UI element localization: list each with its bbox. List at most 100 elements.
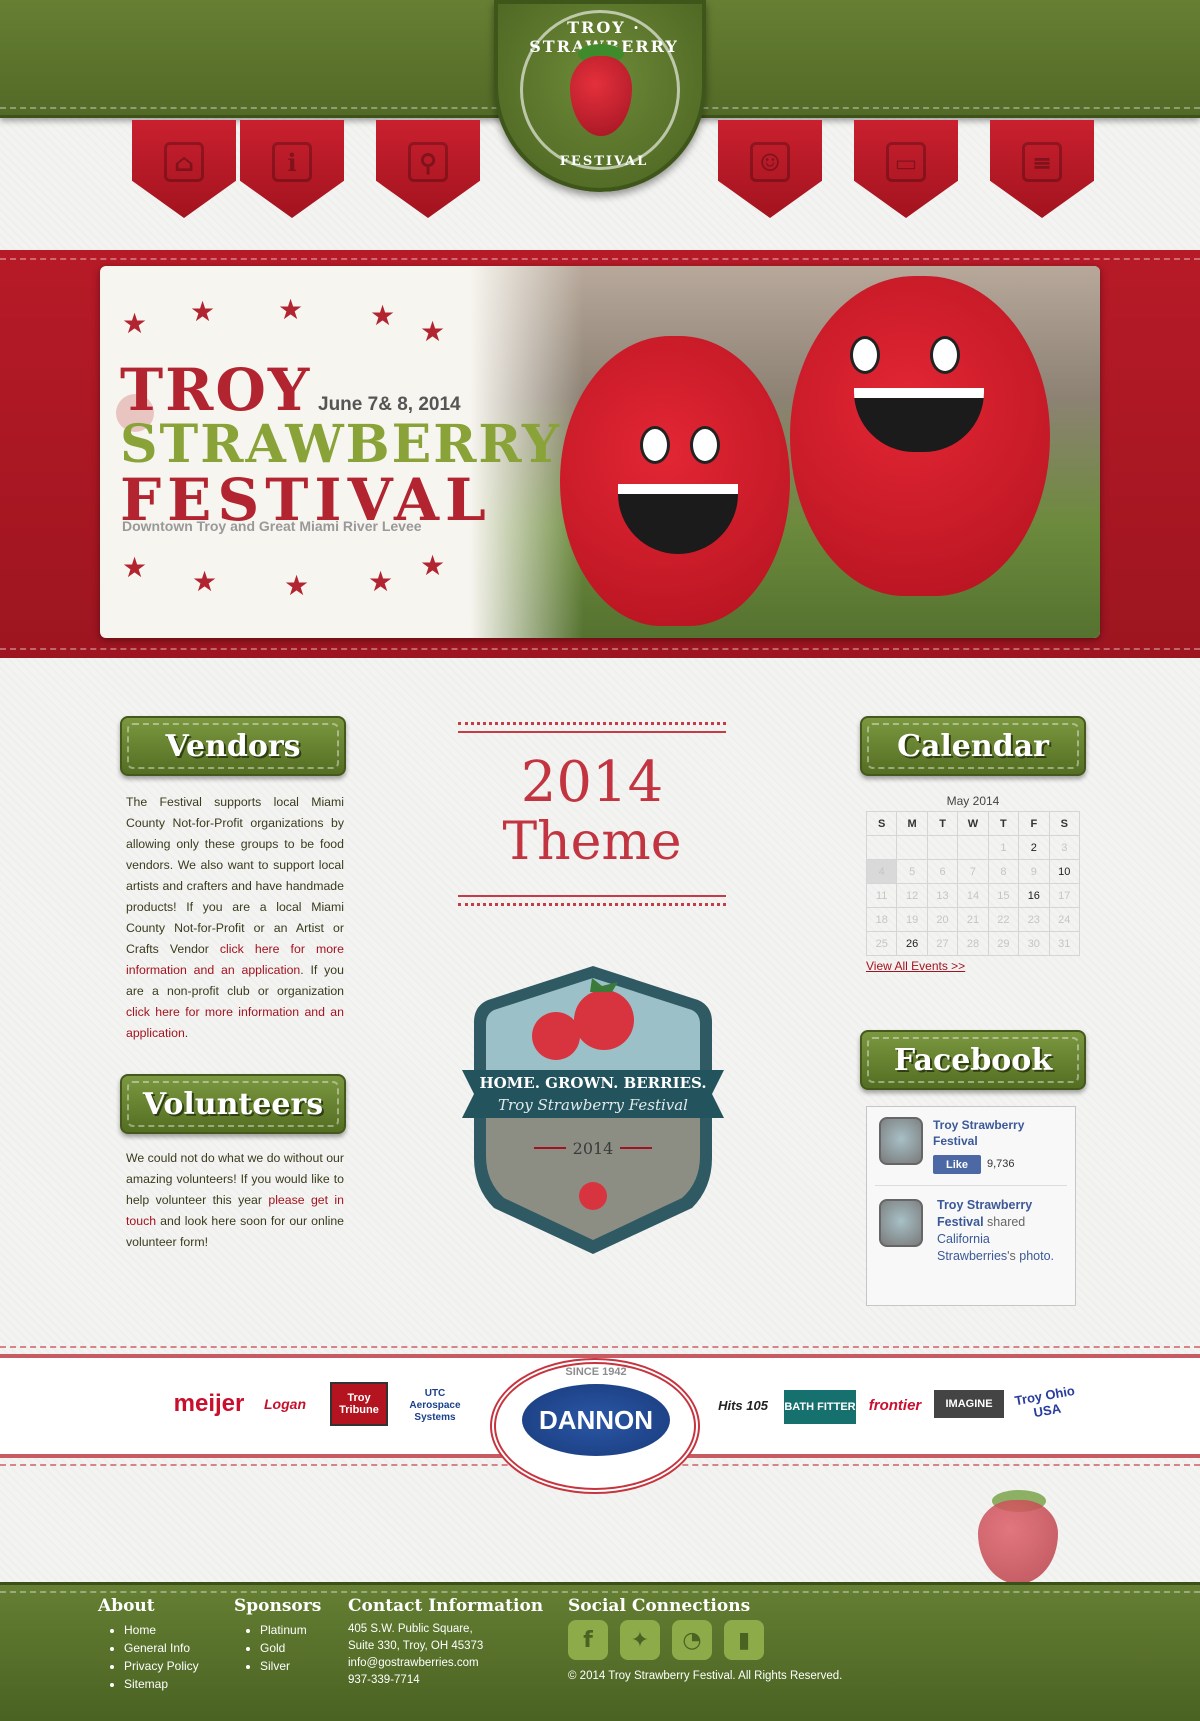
- sponsor-troy-tribune[interactable]: Troy Tribune: [330, 1382, 388, 1426]
- calendar-day: 20: [926, 907, 959, 932]
- hero-banner[interactable]: ★ ★ ★ ★ ★ ★ ★ ★ ★ ★ TROY June 7& 8, 2014…: [100, 266, 1100, 638]
- footer-email[interactable]: info@gostrawberries.com: [348, 1655, 483, 1672]
- decorative-strawberry-icon: [978, 1500, 1058, 1584]
- sponsor-frontier[interactable]: frontier: [862, 1392, 928, 1418]
- footer-phone: 937-339-7714: [348, 1674, 420, 1686]
- facebook-post-photo-link[interactable]: photo.: [1019, 1249, 1054, 1263]
- bookmark-icon[interactable]: ▮: [724, 1620, 764, 1660]
- home-icon: ⌂: [164, 142, 204, 182]
- footer-link-sitemap[interactable]: Sitemap: [124, 1675, 199, 1693]
- footer-sponsors-heading: Sponsors: [234, 1596, 322, 1616]
- banner-location: Downtown Troy and Great Miami River Leve…: [122, 518, 422, 534]
- footer-link-privacy-policy[interactable]: Privacy Policy: [124, 1657, 199, 1675]
- nav-tab-search[interactable]: ⚲: [376, 120, 480, 218]
- footer-about-heading: About: [98, 1596, 155, 1616]
- calendar-day: 3: [1048, 835, 1081, 860]
- calendar-day: 28: [957, 931, 989, 956]
- mascot-strawberry-left: [560, 336, 790, 626]
- sponsor-imagine[interactable]: IMAGINE: [934, 1390, 1004, 1418]
- sponsor-bath-fitter[interactable]: BATH FITTER: [784, 1390, 856, 1424]
- calendar-event-day[interactable]: 10: [1048, 859, 1081, 884]
- monitor-icon: ▭: [886, 142, 926, 182]
- calendar-weekday: T: [987, 811, 1020, 836]
- nav-tab-home[interactable]: ⌂: [132, 120, 236, 218]
- calendar-weekday: M: [896, 811, 928, 836]
- star-icon: ★: [284, 569, 310, 602]
- emblem-banner-text: HOME. GROWN. BERRIES.: [479, 1074, 706, 1092]
- footer-address-line1: 405 S.W. Public Square,: [348, 1623, 473, 1635]
- calendar-weekday: F: [1018, 811, 1050, 836]
- facebook-post-avatar[interactable]: [879, 1199, 923, 1247]
- facebook-page-name[interactable]: Troy Strawberry Festival: [933, 1117, 1053, 1149]
- facebook-icon[interactable]: f: [568, 1620, 608, 1660]
- footer-link-home[interactable]: Home: [124, 1621, 199, 1639]
- rss-icon[interactable]: ◔: [672, 1620, 712, 1660]
- mascot-mouth: [618, 484, 738, 554]
- footer-link-general-info[interactable]: General Info: [124, 1639, 199, 1657]
- search-icon: ⚲: [408, 142, 448, 182]
- calendar-empty-cell: [865, 835, 898, 860]
- sponsor-hits-105[interactable]: Hits 105: [712, 1392, 774, 1418]
- calendar-day: 24: [1048, 907, 1081, 932]
- star-icon: ★: [122, 551, 148, 584]
- footer-link-platinum[interactable]: Platinum: [260, 1621, 307, 1639]
- contact-card-icon: ☺: [750, 142, 790, 182]
- calendar-weekday: S: [1048, 811, 1081, 836]
- facebook-page-avatar[interactable]: [879, 1117, 923, 1165]
- calendar-event-day[interactable]: 26: [896, 931, 928, 956]
- footer-link-gold[interactable]: Gold: [260, 1639, 307, 1657]
- mascot-strawberry-right: [790, 276, 1050, 596]
- calendar-event-day[interactable]: 16: [1018, 883, 1050, 908]
- twitter-icon[interactable]: ✦: [620, 1620, 660, 1660]
- dannon-since: SINCE 1942: [565, 1366, 627, 1378]
- sponsor-logan[interactable]: Logan: [254, 1392, 316, 1416]
- facebook-like-button[interactable]: Like: [933, 1155, 981, 1174]
- facebook-divider: [875, 1185, 1067, 1186]
- nav-tab-info[interactable]: i: [240, 120, 344, 218]
- theme-emblem: HOME. GROWN. BERRIES. Troy Strawberry Fe…: [462, 966, 724, 1254]
- calendar-day: 22: [987, 907, 1020, 932]
- facebook-post-link[interactable]: California Strawberries: [937, 1232, 1007, 1263]
- volunteers-heading: Volunteers: [142, 1086, 324, 1122]
- calendar-day: 18: [865, 907, 898, 932]
- facebook-widget: Troy Strawberry Festival Like 9,736 Troy…: [866, 1106, 1076, 1306]
- nav-tab-media[interactable]: ▭: [854, 120, 958, 218]
- nav-tab-document[interactable]: ≡: [990, 120, 1094, 218]
- footer-link-silver[interactable]: Silver: [260, 1657, 307, 1675]
- calendar-event-day[interactable]: 2: [1018, 835, 1050, 860]
- calendar-day: 23: [1018, 907, 1050, 932]
- theme-label: Theme: [502, 812, 682, 872]
- calendar-day: 11: [865, 883, 898, 908]
- nav-tab-contact[interactable]: ☺: [718, 120, 822, 218]
- volunteers-text: We could not do what we do without our a…: [126, 1151, 344, 1249]
- calendar-weekday: T: [926, 811, 959, 836]
- facebook-heading-badge: Facebook: [860, 1030, 1086, 1090]
- vendors-text: The Festival supports local Miami County…: [126, 795, 344, 1040]
- info-icon: i: [272, 142, 312, 182]
- star-icon: ★: [192, 565, 218, 598]
- mascot-eye: [930, 336, 960, 374]
- footer-contact-info: 405 S.W. Public Square, Suite 330, Troy,…: [348, 1621, 483, 1689]
- calendar-day: 29: [987, 931, 1020, 956]
- sponsor-utc-aerospace[interactable]: UTC Aerospace Systems: [398, 1384, 472, 1428]
- calendar-day: 30: [1018, 931, 1050, 956]
- facebook-like-count: 9,736: [987, 1158, 1015, 1170]
- emblem-year-text: 2014: [573, 1139, 614, 1158]
- calendar-day: 25: [865, 931, 898, 956]
- footer-sponsors-list: Platinum Gold Silver: [246, 1621, 307, 1675]
- star-icon: ★: [370, 299, 396, 332]
- site-logo[interactable]: TROY · STRAWBERRY FESTIVAL: [494, 0, 706, 192]
- calendar-day: 6: [926, 859, 959, 884]
- facebook-like-label: Like: [945, 1158, 968, 1171]
- vendors-link-nonprofit[interactable]: click here for more information and an a…: [126, 1005, 344, 1040]
- sponsor-meijer[interactable]: meijer: [172, 1388, 246, 1420]
- star-icon: ★: [278, 293, 304, 326]
- emblem-script-text: Troy Strawberry Festival: [498, 1096, 688, 1114]
- calendar-day: 19: [896, 907, 928, 932]
- view-all-events-link[interactable]: View All Events >>: [866, 959, 965, 973]
- star-icon: ★: [190, 295, 216, 328]
- footer-copyright: © 2014 Troy Strawberry Festival. All Rig…: [568, 1670, 843, 1682]
- mascot-eye: [850, 336, 880, 374]
- calendar-empty-cell: [896, 835, 928, 860]
- sponsor-dannon[interactable]: DANNON: [522, 1384, 670, 1456]
